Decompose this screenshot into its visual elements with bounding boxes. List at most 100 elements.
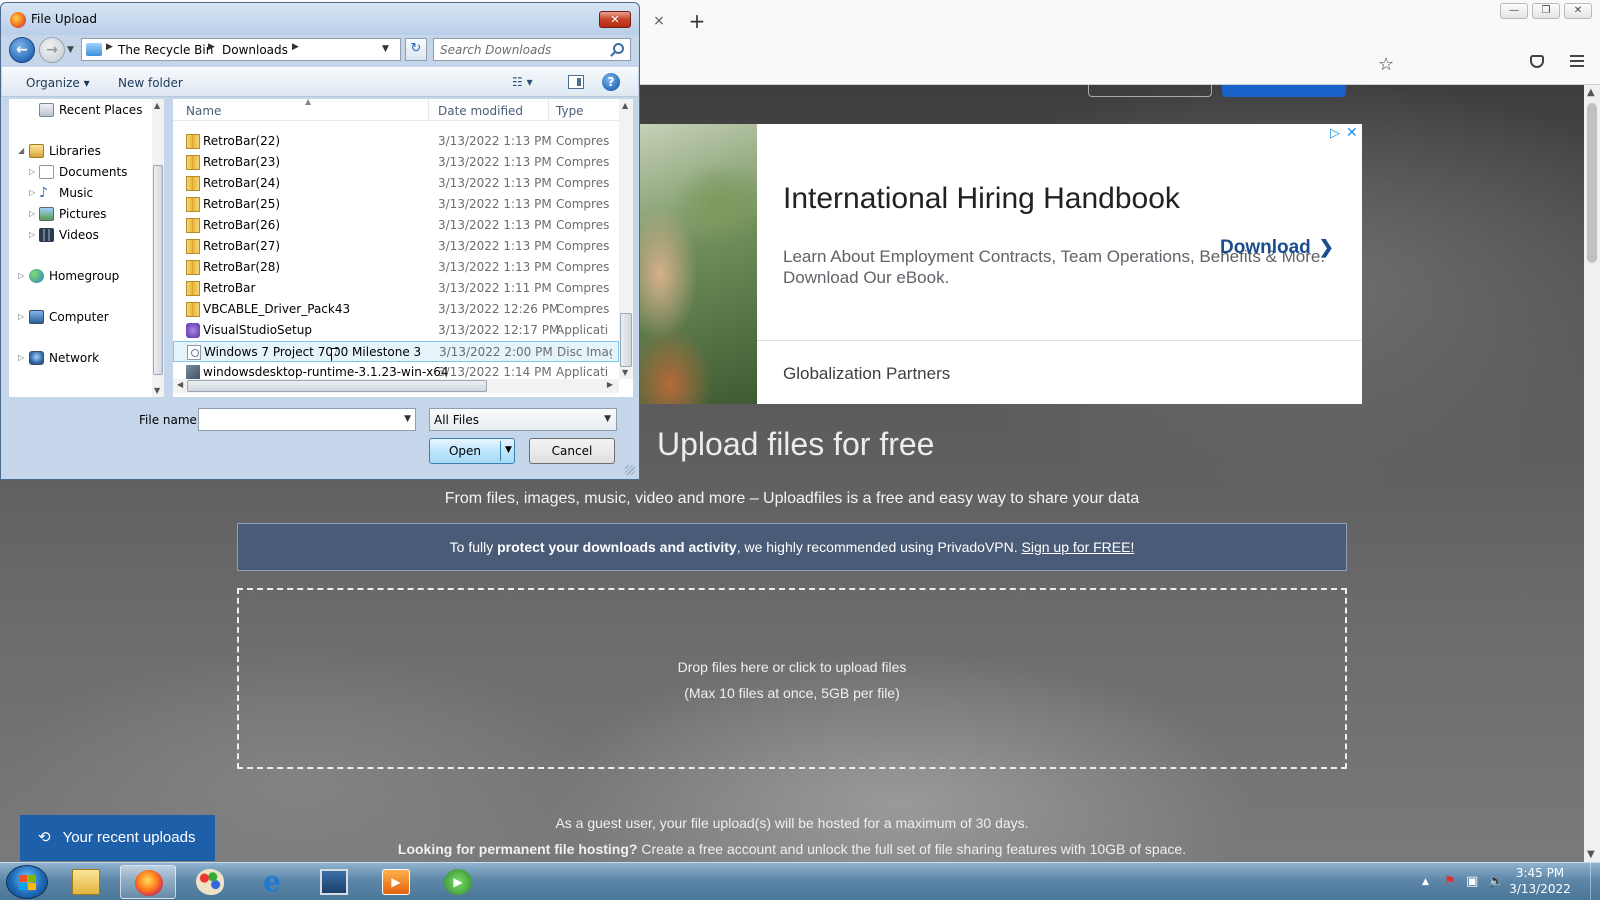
- breadcrumb-recycle-bin[interactable]: The Recycle Bin: [118, 43, 213, 57]
- scroll-down-arrow-icon[interactable]: ▼: [154, 386, 160, 395]
- firefox-taskbar-button[interactable]: [120, 865, 176, 899]
- file-list-horizontal-scrollbar[interactable]: ◀ ▶: [173, 379, 619, 393]
- scroll-thumb[interactable]: [1587, 103, 1597, 263]
- network-tray-icon[interactable]: ▣: [1466, 874, 1478, 889]
- file-type-select[interactable]: All Files ▼: [429, 408, 617, 431]
- ad-download-button[interactable]: Download ❯: [1220, 237, 1334, 259]
- expand-triangle-icon[interactable]: ▷: [18, 271, 24, 280]
- file-row[interactable]: RetroBar(22) 3/13/2022 1:13 PM Compres: [173, 131, 619, 152]
- file-row[interactable]: RetroBar 3/13/2022 1:11 PM Compres: [173, 278, 619, 299]
- window-close-button[interactable]: ✕: [1564, 3, 1592, 19]
- file-row[interactable]: RetroBar(28) 3/13/2022 1:13 PM Compres: [173, 257, 619, 278]
- paint-taskbar-button[interactable]: [182, 865, 238, 899]
- breadcrumb-chevron-icon[interactable]: ▶: [292, 42, 299, 52]
- organize-button[interactable]: Organize ▾: [26, 76, 90, 90]
- scroll-up-arrow-icon[interactable]: ▲: [622, 101, 628, 110]
- file-list-vertical-scrollbar[interactable]: ▲ ▼: [619, 99, 633, 379]
- resize-grip-icon[interactable]: [625, 465, 635, 475]
- refresh-icon[interactable]: ↻: [405, 38, 427, 61]
- change-view-icon[interactable]: ☷ ▾: [512, 75, 533, 89]
- minimize-button[interactable]: —: [1500, 3, 1528, 19]
- header-signup-button[interactable]: [1222, 85, 1346, 97]
- dialog-close-button[interactable]: ✕: [599, 11, 631, 28]
- header-login-button[interactable]: [1088, 85, 1212, 97]
- scroll-right-arrow-icon[interactable]: ▶: [607, 380, 613, 389]
- file-row[interactable]: Windows 7 Project 7000 Milestone 3 3/13/2…: [173, 341, 619, 362]
- address-dropdown-icon[interactable]: ▼: [382, 44, 389, 54]
- scroll-down-arrow-icon[interactable]: ▼: [1587, 849, 1595, 860]
- file-row[interactable]: RetroBar(26) 3/13/2022 1:13 PM Compres: [173, 215, 619, 236]
- help-icon[interactable]: ?: [602, 73, 620, 91]
- search-input[interactable]: Search Downloads: [433, 38, 631, 61]
- column-divider[interactable]: [548, 99, 549, 121]
- adchoices-icon[interactable]: ▷: [1330, 126, 1340, 141]
- filename-input[interactable]: ▼: [198, 408, 416, 431]
- recent-locations-dropdown-icon[interactable]: ▼: [67, 45, 74, 55]
- scroll-up-arrow-icon[interactable]: ▲: [154, 101, 160, 110]
- tab-close-icon[interactable]: ×: [650, 12, 668, 30]
- ad-title[interactable]: International Hiring Handbook: [783, 182, 1180, 216]
- scroll-thumb[interactable]: [187, 380, 487, 392]
- ad-close-icon[interactable]: ✕: [1346, 125, 1358, 141]
- file-row[interactable]: VisualStudioSetup 3/13/2022 12:17 PM Appli…: [173, 320, 619, 341]
- expand-triangle-icon[interactable]: ▷: [29, 209, 35, 218]
- hamburger-menu-icon[interactable]: [1570, 55, 1584, 70]
- new-folder-button[interactable]: New folder: [118, 76, 183, 90]
- cancel-button[interactable]: Cancel: [529, 438, 615, 464]
- breadcrumb-downloads[interactable]: Downloads: [222, 43, 288, 57]
- start-button[interactable]: [6, 865, 48, 899]
- preview-pane-icon[interactable]: [568, 75, 584, 89]
- expand-triangle-icon[interactable]: ▷: [29, 230, 35, 239]
- column-divider[interactable]: [428, 99, 429, 121]
- column-name[interactable]: Name: [186, 104, 221, 118]
- file-row[interactable]: RetroBar(27) 3/13/2022 1:13 PM Compres: [173, 236, 619, 257]
- restore-button[interactable]: ❐: [1532, 3, 1560, 19]
- expand-triangle-icon[interactable]: ▷: [29, 188, 35, 197]
- back-arrow-icon[interactable]: ←: [9, 37, 35, 63]
- collapse-triangle-icon[interactable]: ◢: [18, 146, 24, 155]
- media-center-taskbar-button[interactable]: ▶: [430, 865, 486, 899]
- scroll-thumb[interactable]: [620, 313, 632, 367]
- bookmark-star-icon[interactable]: ☆: [1378, 54, 1394, 75]
- volume-icon[interactable]: 🔈: [1488, 874, 1504, 889]
- address-bar[interactable]: ▶ The Recycle Bin ▶ Downloads ▶ ▼: [81, 38, 401, 61]
- open-button[interactable]: Open ▼: [429, 438, 515, 464]
- file-row[interactable]: RetroBar(25) 3/13/2022 1:13 PM Compres: [173, 194, 619, 215]
- pocket-icon[interactable]: [1530, 55, 1544, 68]
- dialog-titlebar[interactable]: File Upload ✕: [1, 3, 639, 35]
- navigation-scrollbar[interactable]: ▲ ▼: [152, 99, 164, 397]
- remote-desktop-taskbar-button[interactable]: [306, 865, 362, 899]
- recent-uploads-button[interactable]: ⟲ Your recent uploads: [20, 815, 215, 861]
- vpn-signup-link[interactable]: Sign up for FREE!: [1022, 539, 1135, 555]
- page-scrollbar[interactable]: ▲ ▼: [1584, 85, 1600, 862]
- action-center-icon[interactable]: ⚑: [1444, 874, 1456, 889]
- internet-explorer-taskbar-button[interactable]: e: [244, 865, 300, 899]
- scroll-thumb[interactable]: [153, 165, 163, 375]
- scroll-down-arrow-icon[interactable]: ▼: [622, 368, 628, 377]
- breadcrumb-chevron-icon[interactable]: ▶: [106, 42, 113, 52]
- media-player-taskbar-button[interactable]: ▶: [368, 865, 424, 899]
- expand-triangle-icon[interactable]: ▷: [29, 167, 35, 176]
- ad-banner[interactable]: ▷ ✕ International Hiring Handbook Learn …: [640, 124, 1362, 404]
- chevron-down-icon[interactable]: ▼: [404, 414, 411, 424]
- column-type[interactable]: Type: [556, 104, 584, 118]
- expand-triangle-icon[interactable]: ▷: [18, 353, 24, 362]
- search-icon[interactable]: [613, 43, 624, 54]
- file-row[interactable]: RetroBar(23) 3/13/2022 1:13 PM Compres: [173, 152, 619, 173]
- clock-date[interactable]: 3/13/2022: [1508, 882, 1572, 896]
- show-desktop-button[interactable]: [1590, 863, 1600, 900]
- file-row[interactable]: RetroBar(24) 3/13/2022 1:13 PM Compres: [173, 173, 619, 194]
- upload-dropzone[interactable]: Drop files here or click to upload files…: [237, 588, 1347, 769]
- new-tab-button[interactable]: +: [686, 10, 708, 32]
- scroll-left-arrow-icon[interactable]: ◀: [177, 380, 183, 389]
- expand-triangle-icon[interactable]: ▷: [18, 312, 24, 321]
- forward-arrow-icon[interactable]: →: [39, 37, 65, 63]
- clock-time[interactable]: 3:45 PM: [1508, 866, 1572, 880]
- file-row[interactable]: VBCABLE_Driver_Pack43 3/13/2022 12:26 PM C…: [173, 299, 619, 320]
- tray-expand-icon[interactable]: ▲: [1422, 877, 1429, 887]
- open-options-dropdown-icon[interactable]: ▼: [505, 445, 512, 455]
- column-date-modified[interactable]: Date modified: [438, 104, 523, 118]
- scroll-up-arrow-icon[interactable]: ▲: [1587, 87, 1595, 98]
- explorer-taskbar-button[interactable]: [58, 865, 114, 899]
- breadcrumb-chevron-icon[interactable]: ▶: [208, 42, 215, 52]
